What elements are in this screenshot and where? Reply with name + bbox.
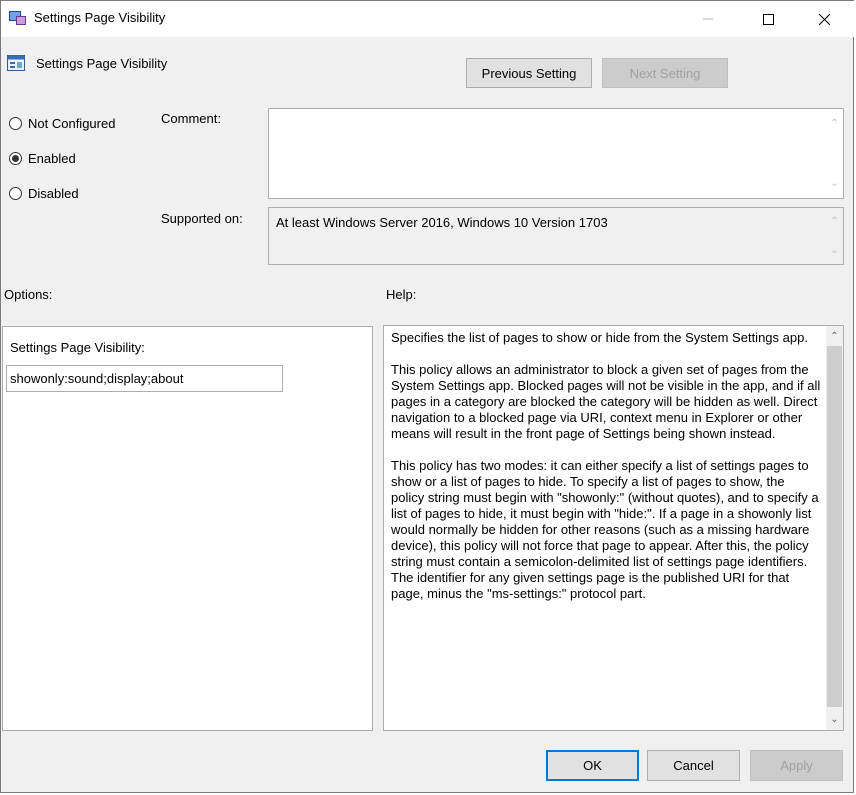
setting-title: Settings Page Visibility — [36, 56, 168, 71]
radio-circle[interactable] — [9, 152, 22, 165]
help-pane[interactable]: Specifies the list of pages to show or h… — [383, 325, 844, 731]
radio-label: Disabled — [28, 186, 79, 201]
settings-page-visibility-input[interactable]: showonly:sound;display;about — [6, 365, 283, 392]
help-scrollbar[interactable]: ⌃ ⌄ — [826, 326, 843, 730]
supported-on-label: Supported on: — [161, 211, 243, 226]
help-paragraph: Specifies the list of pages to show or h… — [391, 330, 808, 345]
next-setting-button[interactable]: Next Setting — [602, 58, 728, 88]
setting-icon — [7, 55, 25, 71]
supported-on-value: At least Windows Server 2016, Windows 10… — [276, 215, 608, 230]
help-paragraph: This policy allows an administrator to b… — [391, 362, 821, 441]
supported-scrollbar[interactable]: ⌃ ⌄ — [826, 208, 843, 264]
radio-label: Enabled — [28, 151, 76, 166]
scroll-up-icon[interactable]: ⌃ — [826, 115, 843, 132]
supported-on-field[interactable]: At least Windows Server 2016, Windows 10… — [268, 207, 844, 265]
scroll-up-icon[interactable]: ⌃ — [826, 328, 843, 345]
title-bar[interactable]: Settings Page Visibility — [1, 1, 855, 37]
minimize-icon — [703, 18, 713, 20]
comment-scrollbar[interactable]: ⌃ ⌄ — [826, 109, 843, 198]
scroll-down-icon[interactable]: ⌄ — [826, 711, 843, 728]
help-text: Specifies the list of pages to show or h… — [391, 330, 821, 618]
input-value: showonly:sound;display;about — [10, 371, 184, 386]
scroll-up-icon[interactable]: ⌃ — [826, 213, 843, 230]
radio-circle[interactable] — [9, 117, 22, 130]
maximize-button[interactable] — [745, 1, 791, 37]
radio-circle[interactable] — [9, 187, 22, 200]
close-button[interactable] — [801, 1, 847, 37]
scroll-thumb[interactable] — [827, 346, 842, 707]
help-paragraph: This policy has two modes: it can either… — [391, 458, 819, 601]
policy-icon — [9, 11, 26, 25]
radio-label: Not Configured — [28, 116, 116, 131]
previous-setting-button[interactable]: Previous Setting — [466, 58, 592, 88]
options-pane: Settings Page Visibility: showonly:sound… — [2, 326, 373, 731]
radio-not-configured[interactable]: Not Configured — [9, 116, 115, 131]
option-field-label: Settings Page Visibility: — [10, 340, 145, 355]
comment-label: Comment: — [161, 111, 221, 126]
ok-button[interactable]: OK — [546, 750, 639, 781]
comment-field[interactable]: ⌃ ⌄ — [268, 108, 844, 199]
scroll-down-icon[interactable]: ⌄ — [826, 175, 843, 192]
options-label: Options: — [4, 287, 53, 302]
radio-disabled[interactable]: Disabled — [9, 186, 79, 201]
scroll-down-icon[interactable]: ⌄ — [826, 242, 843, 259]
help-label: Help: — [386, 287, 417, 302]
maximize-icon — [762, 13, 774, 25]
minimize-button[interactable] — [685, 1, 731, 37]
policy-dialog: Settings Page Visibility Settings Page V… — [0, 0, 855, 793]
close-icon — [818, 13, 830, 25]
window-title: Settings Page Visibility — [34, 10, 166, 25]
radio-enabled[interactable]: Enabled — [9, 151, 76, 166]
apply-button[interactable]: Apply — [750, 750, 843, 781]
cancel-button[interactable]: Cancel — [647, 750, 740, 781]
